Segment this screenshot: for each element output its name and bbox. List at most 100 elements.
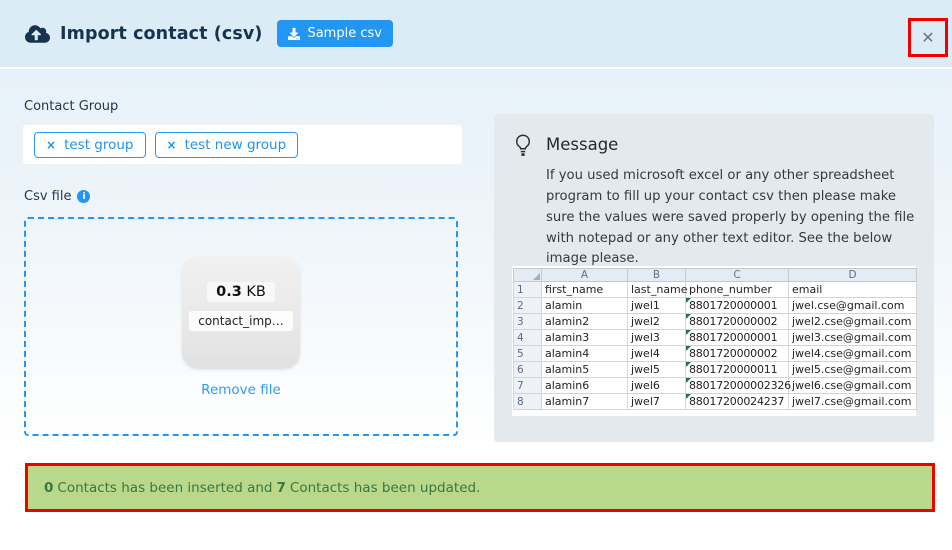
excel-row: 5 alamin4 jwel4 8801720000002 jwel4.cse@… [514, 346, 917, 362]
excel-cell: alamin4 [542, 346, 628, 362]
csv-file-label: Csv file i [24, 189, 90, 204]
excel-row-number: 8 [514, 394, 542, 410]
inserted-text: Contacts has been inserted and [57, 480, 272, 496]
excel-row: 7 alamin6 jwel6 880172000002326 jwel6.cs… [514, 378, 917, 394]
excel-warning-triangle-icon [686, 362, 691, 367]
tag-remove-icon[interactable]: × [167, 139, 177, 151]
message-body: If you used microsoft excel or any other… [546, 166, 926, 270]
download-icon [288, 28, 300, 40]
lightbulb-icon [511, 133, 535, 159]
excel-cell: jwel4 [628, 346, 686, 362]
excel-cell: jwel7 [628, 394, 686, 410]
excel-cell-text: 8801720000002 [689, 347, 777, 360]
excel-cell: jwel5 [628, 362, 686, 378]
csv-dropzone[interactable]: 0.3 KB contact_imp… Remove file [24, 217, 458, 436]
excel-cell: alamin7 [542, 394, 628, 410]
excel-row: 4 alamin3 jwel3 8801720000001 jwel3.cse@… [514, 330, 917, 346]
excel-cell: alamin3 [542, 330, 628, 346]
excel-cell: jwel6.cse@gmail.com [789, 378, 917, 394]
message-panel: Message If you used microsoft excel or a… [494, 114, 934, 442]
excel-cell-text: 8801720000002 [689, 315, 777, 328]
excel-col-letter: D [789, 269, 917, 282]
excel-letter-row: A B C D [514, 269, 917, 282]
remove-file-link[interactable]: Remove file [201, 382, 281, 398]
excel-row-number: 3 [514, 314, 542, 330]
updated-count: 7 [277, 480, 286, 496]
excel-cell: first_name [542, 282, 628, 298]
excel-row-number: 1 [514, 282, 542, 298]
excel-cell: phone_number [686, 282, 789, 298]
excel-cell: jwel6 [628, 378, 686, 394]
excel-cell: jwel2.cse@gmail.com [789, 314, 917, 330]
tag-test-group[interactable]: × test group [34, 132, 146, 158]
sample-csv-label: Sample csv [307, 26, 382, 41]
uploaded-file-card: 0.3 KB contact_imp… [182, 257, 300, 369]
file-size-value: 0.3 [216, 284, 242, 300]
file-size-unit: KB [242, 284, 266, 300]
excel-cell: 8801720000002 [686, 346, 789, 362]
excel-col-letter: A [542, 269, 628, 282]
excel-cell-text: 88017200024237 [689, 395, 784, 408]
cloud-upload-icon [24, 24, 51, 44]
excel-row-number: 4 [514, 330, 542, 346]
excel-cell: 8801720000001 [686, 298, 789, 314]
excel-cell: 880172000002326 [686, 378, 789, 394]
modal-body: Contact Group × test group × test new gr… [0, 69, 952, 550]
excel-warning-triangle-icon [686, 298, 691, 303]
file-name: contact_imp… [189, 311, 293, 331]
excel-cell: email [789, 282, 917, 298]
import-contact-modal: Import contact (csv) Sample csv ✕ Contac… [0, 0, 952, 550]
excel-row-number: 5 [514, 346, 542, 362]
excel-row: 1 first_name last_name phone_number emai… [514, 282, 917, 298]
excel-corner-cell [514, 269, 542, 282]
excel-cell-text: 8801720000011 [689, 363, 777, 376]
file-size: 0.3 KB [207, 282, 275, 302]
excel-cell-text: 8801720000001 [689, 299, 777, 312]
excel-cell: 8801720000011 [686, 362, 789, 378]
excel-row: 3 alamin2 jwel2 8801720000002 jwel2.cse@… [514, 314, 917, 330]
inserted-count: 0 [44, 480, 53, 496]
excel-row: 2 alamin jwel1 8801720000001 jwel.cse@gm… [514, 298, 917, 314]
excel-row: 6 alamin5 jwel5 8801720000011 jwel5.cse@… [514, 362, 917, 378]
excel-screenshot: A B C D 1 first_name last_name phone_num… [512, 266, 916, 416]
updated-text: Contacts has been updated. [290, 480, 480, 496]
select-all-triangle-icon [533, 273, 540, 280]
tag-test-new-group[interactable]: × test new group [155, 132, 299, 158]
tag-label: test group [64, 137, 133, 153]
excel-cell: alamin [542, 298, 628, 314]
excel-cell-text: 8801720000001 [689, 331, 777, 344]
excel-warning-triangle-icon [686, 330, 691, 335]
info-icon[interactable]: i [77, 190, 90, 203]
excel-cell: alamin2 [542, 314, 628, 330]
excel-cell: alamin6 [542, 378, 628, 394]
excel-cell-text: 880172000002326 [689, 379, 791, 392]
sample-csv-button[interactable]: Sample csv [277, 20, 393, 47]
excel-cell: alamin5 [542, 362, 628, 378]
tag-remove-icon[interactable]: × [46, 139, 56, 151]
tag-label: test new group [185, 137, 287, 153]
close-button[interactable]: ✕ [908, 18, 948, 57]
excel-cell: jwel4.cse@gmail.com [789, 346, 917, 362]
excel-cell: jwel2 [628, 314, 686, 330]
excel-row-number: 7 [514, 378, 542, 394]
close-icon: ✕ [921, 28, 934, 47]
excel-cell: jwel5.cse@gmail.com [789, 362, 917, 378]
contact-group-label: Contact Group [24, 99, 118, 114]
message-title: Message [546, 135, 618, 154]
excel-col-letter: B [628, 269, 686, 282]
excel-col-letter: C [686, 269, 789, 282]
excel-cell: 88017200024237 [686, 394, 789, 410]
excel-cell: jwel1 [628, 298, 686, 314]
excel-cell: 8801720000001 [686, 330, 789, 346]
page-title: Import contact (csv) [60, 24, 262, 44]
import-result-alert: 0 Contacts has been inserted and 7 Conta… [25, 463, 935, 512]
contact-group-input[interactable]: × test group × test new group [22, 124, 463, 165]
excel-row-number: 2 [514, 298, 542, 314]
excel-warning-triangle-icon [686, 314, 691, 319]
excel-warning-triangle-icon [686, 378, 691, 383]
excel-cell: jwel.cse@gmail.com [789, 298, 917, 314]
excel-cell: jwel3 [628, 330, 686, 346]
excel-cell: jwel7.cse@gmail.com [789, 394, 917, 410]
excel-cell: last_name [628, 282, 686, 298]
csv-file-label-text: Csv file [24, 189, 71, 204]
